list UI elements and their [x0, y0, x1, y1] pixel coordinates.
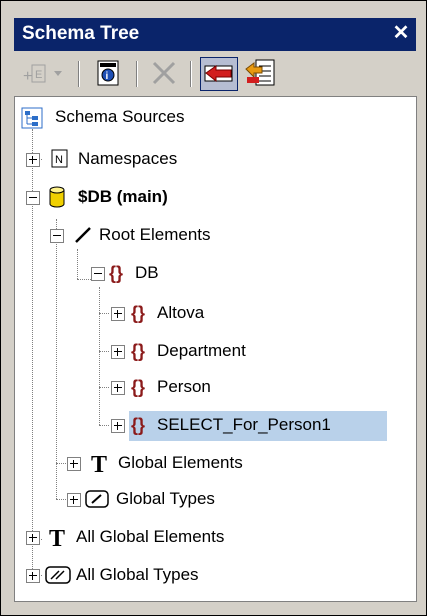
tree-item-label: Department: [157, 341, 246, 360]
svg-text:T: T: [49, 526, 65, 549]
expand-icon[interactable]: [111, 345, 125, 359]
collapse-icon[interactable]: [91, 267, 105, 281]
tree-item-altova[interactable]: {} Altova: [15, 299, 315, 331]
svg-text:T: T: [91, 452, 107, 475]
svg-text:{}: {}: [109, 263, 123, 283]
tree-item-select-for-person[interactable]: {} SELECT_For_Person1: [15, 411, 395, 443]
element-icon: {}: [131, 377, 145, 397]
toolbar-separator: [78, 61, 80, 87]
global-elements-icon: T: [91, 452, 107, 475]
tree-item-label: DB: [135, 263, 159, 282]
schema-tree-window: Schema Tree ✕ + E i Schema Sources N Nam…: [0, 0, 427, 616]
tree-item-label: Global Elements: [118, 453, 243, 472]
add-element-icon: + E: [23, 64, 62, 85]
global-types-icon: [85, 490, 109, 508]
expand-icon[interactable]: [111, 381, 125, 395]
expand-icon[interactable]: [26, 153, 40, 167]
insert-back-button[interactable]: [200, 57, 238, 91]
tree-item-all-global-elements[interactable]: T All Global Elements: [15, 523, 315, 555]
svg-text:{}: {}: [131, 303, 145, 323]
tree-item-schema-sources[interactable]: Schema Sources: [15, 105, 315, 137]
tree-item-global-types[interactable]: Global Types: [15, 485, 315, 517]
element-icon: {}: [109, 263, 123, 283]
element-icon: {}: [131, 303, 145, 323]
all-global-types-icon: [45, 566, 71, 584]
tree-item-label: Root Elements: [99, 225, 211, 244]
svg-text:i: i: [106, 71, 109, 82]
toolbar-separator: [136, 61, 138, 87]
tree-item-db[interactable]: {} DB: [15, 259, 315, 291]
namespace-icon: N: [51, 149, 68, 168]
svg-text:{}: {}: [131, 341, 145, 361]
tree-item-label: $DB (main): [78, 187, 168, 206]
properties-icon: i: [97, 60, 119, 86]
svg-text:+: +: [23, 68, 32, 85]
expand-icon[interactable]: [67, 493, 81, 507]
schema-sources-icon: [21, 107, 43, 129]
tree-item-namespaces[interactable]: N Namespaces: [15, 145, 315, 177]
arrow-left-icon: [204, 65, 233, 83]
collapse-icon[interactable]: [26, 191, 40, 205]
toolbar-separator: [190, 61, 192, 87]
tree-item-label: Global Types: [116, 489, 215, 508]
close-icon[interactable]: ✕: [390, 21, 412, 45]
svg-text:{}: {}: [131, 377, 145, 397]
tree-item-root-elements[interactable]: Root Elements: [15, 221, 315, 253]
tree-item-db-main[interactable]: $DB (main): [15, 183, 315, 215]
svg-text:E: E: [35, 69, 42, 81]
svg-text:N: N: [55, 154, 63, 166]
tree-item-label: Schema Sources: [55, 107, 185, 126]
window-title: Schema Tree: [22, 23, 140, 44]
add-element-dropdown-button[interactable]: + E: [22, 57, 66, 89]
properties-button[interactable]: i: [92, 57, 126, 89]
remove-button[interactable]: [244, 57, 278, 89]
tree-panel[interactable]: Schema Sources N Namespaces $DB (main) R…: [14, 96, 417, 602]
schema-tree: Schema Sources N Namespaces $DB (main) R…: [15, 97, 416, 601]
svg-text:{}: {}: [131, 415, 145, 435]
tree-item-label: All Global Types: [76, 565, 199, 584]
tree-item-label: All Global Elements: [76, 527, 225, 546]
collapse-icon[interactable]: [50, 229, 64, 243]
root-elements-icon: [75, 227, 91, 243]
delete-icon: [152, 61, 176, 85]
tree-item-department[interactable]: {} Department: [15, 337, 315, 369]
tree-item-label: Person: [157, 377, 211, 396]
element-icon: {}: [131, 415, 145, 435]
tree-item-global-elements[interactable]: T Global Elements: [15, 449, 315, 481]
expand-icon[interactable]: [111, 307, 125, 321]
element-icon: {}: [131, 341, 145, 361]
expand-icon[interactable]: [26, 569, 40, 583]
delete-button[interactable]: [148, 57, 180, 89]
tree-item-label: Namespaces: [78, 149, 178, 168]
database-icon: [49, 186, 65, 208]
tree-item-label: Altova: [157, 303, 205, 322]
expand-icon[interactable]: [111, 419, 125, 433]
toolbar: + E i: [14, 53, 416, 95]
expand-icon[interactable]: [67, 457, 81, 471]
expand-icon[interactable]: [26, 531, 40, 545]
tree-item-person[interactable]: {} Person: [15, 373, 315, 405]
tree-item-all-global-types[interactable]: All Global Types: [15, 561, 315, 593]
title-bar[interactable]: Schema Tree ✕: [14, 18, 416, 51]
tree-item-label: SELECT_For_Person1: [157, 415, 331, 434]
list-arrow-icon: [245, 59, 275, 86]
all-global-elements-icon: T: [49, 526, 65, 549]
